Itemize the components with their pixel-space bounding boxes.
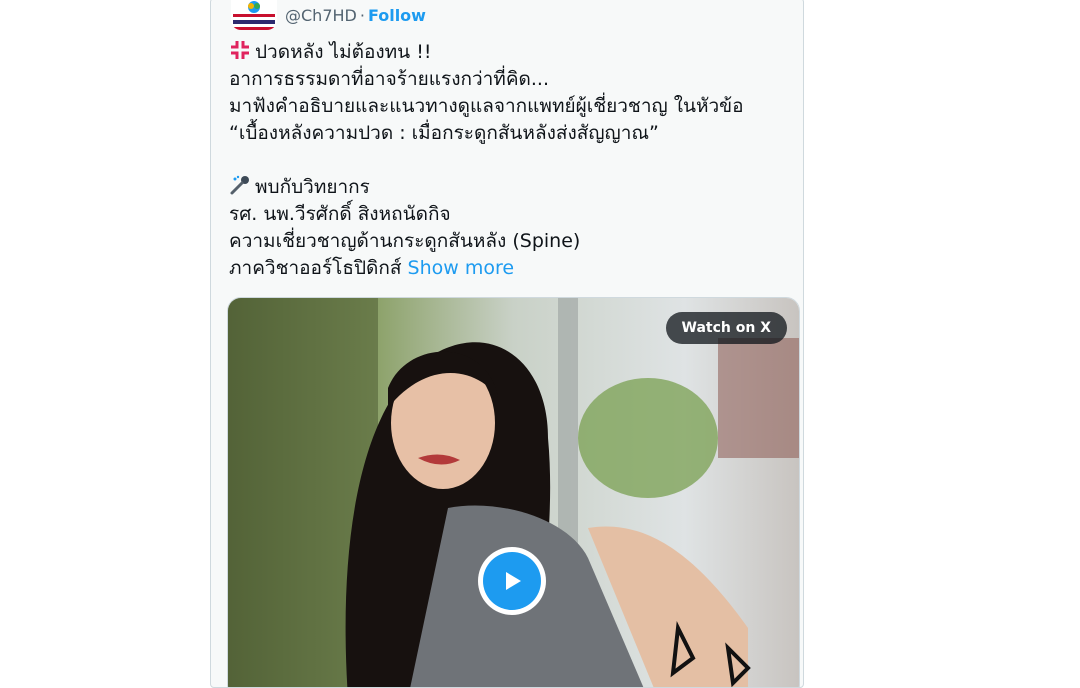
tweet-line-1: ปวดหลัง ไม่ต้องทน !! [229, 39, 799, 66]
tweet-text: ปวดหลัง ไม่ต้องทน !! อาการธรรมดาที่อาจร้… [229, 39, 799, 282]
separator-dot: · [359, 5, 365, 25]
tweet-line-9: ภาควิชาออร์โธปิดิกส์ Show more [229, 255, 799, 282]
tweet-line-7: รศ. นพ.วีรศักดิ์ สิงหถนัดกิจ [229, 203, 451, 225]
video-thumbnail[interactable]: Watch on X [227, 297, 800, 687]
play-icon [483, 552, 541, 610]
tweet-line-6: พบกับวิทยากร [229, 174, 799, 201]
tweet-line-3: มาฟังคำอธิบายและแนวทางดูแลจากแพทย์ผู้เชี… [229, 95, 744, 117]
tweet-line-4: “เบื้องหลังความปวด : เมื่อกระดูกสันหลังส… [229, 122, 659, 144]
follow-button[interactable]: Follow [368, 6, 426, 25]
tweet-line-text: ปวดหลัง ไม่ต้องทน !! [255, 41, 432, 63]
tweet-embed: @Ch7HD · Follow ปวดหลัง ไม่ต้องทน !! อาก… [210, 0, 804, 688]
play-button[interactable] [478, 547, 546, 615]
channel-logo-avatar[interactable] [231, 0, 277, 30]
show-more-link[interactable]: Show more [408, 257, 515, 279]
tweet-line-text: ภาควิชาออร์โธปิดิกส์ [229, 257, 402, 279]
anger-symbol-icon [229, 39, 251, 69]
microphone-icon [229, 174, 251, 204]
tweet-line-2: อาการธรรมดาที่อาจร้ายแรงกว่าที่คิด... [229, 68, 550, 90]
watch-on-x-button[interactable]: Watch on X [665, 312, 787, 344]
tweet-line-5 [229, 147, 799, 174]
video-photo [228, 298, 799, 687]
tweet-handle[interactable]: @Ch7HD [285, 6, 357, 25]
tweet-line-text: พบกับวิทยากร [255, 176, 370, 198]
tweet-header: @Ch7HD · Follow [231, 0, 426, 31]
tweet-line-8: ความเชี่ยวชาญด้านกระดูกสันหลัง (Spine) [229, 230, 581, 252]
